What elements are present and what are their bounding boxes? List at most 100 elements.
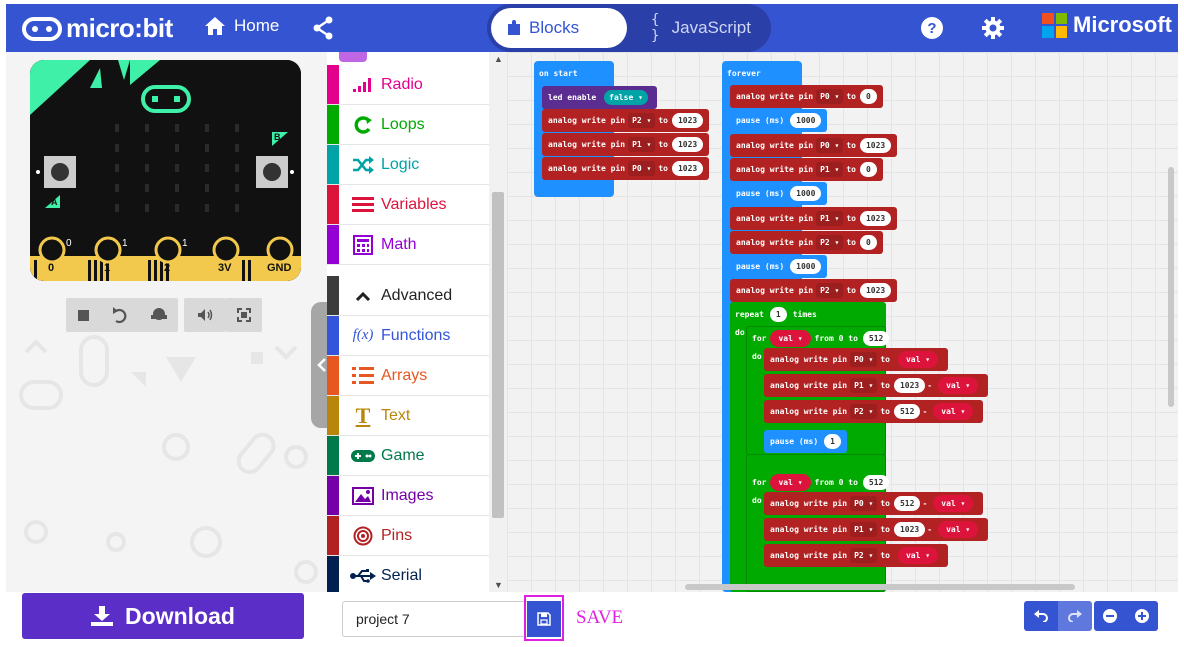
category-serial[interactable]: Serial: [327, 556, 489, 592]
tab-blocks[interactable]: Blocks: [491, 8, 627, 48]
pause-value[interactable]: 1: [824, 434, 841, 449]
category-variables[interactable]: Variables: [327, 185, 489, 225]
toolbox-scroll-thumb[interactable]: [492, 192, 504, 518]
pin-dropdown[interactable]: P1 ▾: [850, 378, 878, 393]
repeat-count[interactable]: 1: [769, 306, 787, 322]
value-variable[interactable]: val ▾: [933, 403, 974, 420]
pause-value[interactable]: 1000: [790, 113, 822, 129]
value-input[interactable]: 512: [893, 496, 921, 511]
analog-write-block[interactable]: analog write pin P1 ▾ to 1023: [730, 206, 898, 230]
value-input[interactable]: 1023: [671, 161, 704, 176]
pin-label[interactable]: 2: [164, 262, 170, 274]
value-variable[interactable]: val ▾: [938, 521, 979, 538]
save-button[interactable]: [527, 601, 561, 637]
value-input[interactable]: 1023: [859, 283, 892, 299]
loop-variable[interactable]: val ▾: [770, 473, 811, 491]
pin-dropdown[interactable]: P1 ▾: [816, 161, 844, 177]
loop-max[interactable]: 512: [862, 474, 890, 490]
home-button[interactable]: Home: [204, 16, 279, 36]
microsoft-logo[interactable]: Microsoft: [1042, 12, 1172, 38]
category-radio[interactable]: Radio: [327, 65, 489, 105]
value-input[interactable]: 512: [893, 404, 921, 419]
share-button[interactable]: [312, 16, 334, 45]
category-game[interactable]: Game: [327, 436, 489, 476]
zoom-in-button[interactable]: [1126, 601, 1158, 631]
pin-dropdown[interactable]: P2 ▾: [850, 548, 878, 563]
analog-write-block[interactable]: analog write pin P2 ▾ to 512- val ▾: [764, 400, 984, 423]
mute-button[interactable]: [184, 298, 226, 332]
category-loops[interactable]: Loops: [327, 105, 489, 145]
category-text[interactable]: T Text: [327, 396, 489, 436]
workspace-vertical-scrollbar[interactable]: [1168, 167, 1174, 407]
pin-label[interactable]: 0: [48, 262, 54, 274]
category-advanced[interactable]: Advanced: [327, 276, 489, 316]
pause-block[interactable]: pause (ms) 1000: [730, 109, 828, 133]
pause-block[interactable]: pause (ms) 1000: [730, 255, 828, 279]
debug-icon[interactable]: [151, 308, 167, 320]
pin-label[interactable]: 3V: [218, 262, 231, 274]
value-variable[interactable]: val ▾: [897, 547, 939, 564]
analog-write-block[interactable]: analog write pin P2 ▾ to 0: [730, 230, 883, 254]
pause-value[interactable]: 1000: [790, 186, 822, 202]
value-input[interactable]: 1023: [671, 113, 704, 128]
analog-write-block[interactable]: analog write pin P1 ▾ to 1023- val ▾: [764, 374, 989, 397]
pin-dropdown[interactable]: P1 ▾: [816, 210, 844, 226]
restart-icon[interactable]: [113, 307, 127, 324]
category-math[interactable]: Math: [327, 225, 489, 265]
led-value-dropdown[interactable]: false ▾: [604, 90, 648, 105]
minus-operator[interactable]: -: [927, 381, 932, 390]
pin-label[interactable]: 1: [104, 262, 110, 274]
pin-dropdown[interactable]: P2 ▾: [816, 283, 844, 299]
analog-write-block[interactable]: analog write pin P0 ▾ to val ▾: [764, 348, 949, 371]
project-name-input[interactable]: project 7: [342, 601, 528, 637]
analog-write-block[interactable]: analog write pin P2 ▾ to val ▾: [764, 544, 949, 567]
value-input[interactable]: 1023: [859, 210, 892, 226]
value-input[interactable]: 0: [859, 89, 877, 104]
download-button[interactable]: Download: [22, 593, 304, 639]
collapse-simulator-button[interactable]: [311, 302, 327, 428]
pin-dropdown[interactable]: P2 ▾: [628, 113, 656, 128]
analog-write-block[interactable]: analog write pin P2 ▾ to 1023: [730, 279, 898, 303]
analog-write-block[interactable]: analog write pin P1 ▾ to 1023- val ▾: [764, 518, 989, 541]
category-logic[interactable]: Logic: [327, 145, 489, 185]
analog-write-block[interactable]: analog write pin P2 ▾ to 1023: [542, 109, 710, 132]
pause-block[interactable]: pause (ms) 1000: [730, 182, 828, 206]
fullscreen-button[interactable]: [226, 298, 262, 332]
pin-dropdown[interactable]: P0 ▾: [816, 89, 844, 104]
pause-block[interactable]: pause (ms) 1: [764, 430, 847, 453]
scroll-up-icon[interactable]: ▲: [494, 54, 503, 64]
help-button[interactable]: ?: [920, 16, 944, 40]
microbit-logo[interactable]: micro:bit: [22, 13, 173, 44]
stop-icon[interactable]: [78, 310, 89, 321]
category-arrays[interactable]: Arrays: [327, 356, 489, 396]
analog-write-block[interactable]: analog write pin P0 ▾ to 1023: [542, 157, 710, 180]
value-variable[interactable]: val ▾: [897, 351, 939, 368]
analog-write-block[interactable]: analog write pin P0 ▾ to 1023: [730, 133, 898, 157]
value-input[interactable]: 1023: [859, 137, 892, 153]
analog-write-block[interactable]: analog write pin P0 ▾ to 0: [730, 85, 883, 108]
zoom-out-button[interactable]: [1094, 601, 1126, 631]
analog-write-block[interactable]: analog write pin P0 ▾ to 512- val ▾: [764, 492, 984, 515]
category-functions[interactable]: f(x) Functions: [327, 316, 489, 356]
minus-operator[interactable]: -: [927, 525, 932, 534]
led-enable-block[interactable]: led enable false ▾: [542, 86, 657, 109]
settings-button[interactable]: [981, 16, 1005, 40]
undo-button[interactable]: [1024, 601, 1058, 631]
category-pins[interactable]: Pins: [327, 516, 489, 556]
pause-value[interactable]: 1000: [790, 259, 822, 275]
loop-variable[interactable]: val ▾: [770, 329, 811, 347]
pin-label[interactable]: GND: [267, 262, 291, 274]
minus-operator[interactable]: -: [922, 499, 927, 508]
tab-javascript[interactable]: { } JavaScript: [635, 8, 767, 48]
pin-dropdown[interactable]: P0 ▾: [816, 137, 844, 153]
pin-dropdown[interactable]: P0 ▾: [850, 352, 878, 367]
workspace-horizontal-scrollbar[interactable]: [685, 584, 1075, 590]
microbit-board[interactable]: A B 0 1 1 0 1 2 3V GND: [30, 60, 301, 281]
minus-operator[interactable]: -: [922, 407, 927, 416]
pin-dropdown[interactable]: P2 ▾: [850, 404, 878, 419]
value-variable[interactable]: val ▾: [933, 495, 974, 512]
pin-dropdown[interactable]: P0 ▾: [628, 161, 656, 176]
value-input[interactable]: 0: [859, 234, 877, 250]
value-input[interactable]: 1023: [893, 522, 926, 537]
value-input[interactable]: 1023: [893, 378, 926, 393]
